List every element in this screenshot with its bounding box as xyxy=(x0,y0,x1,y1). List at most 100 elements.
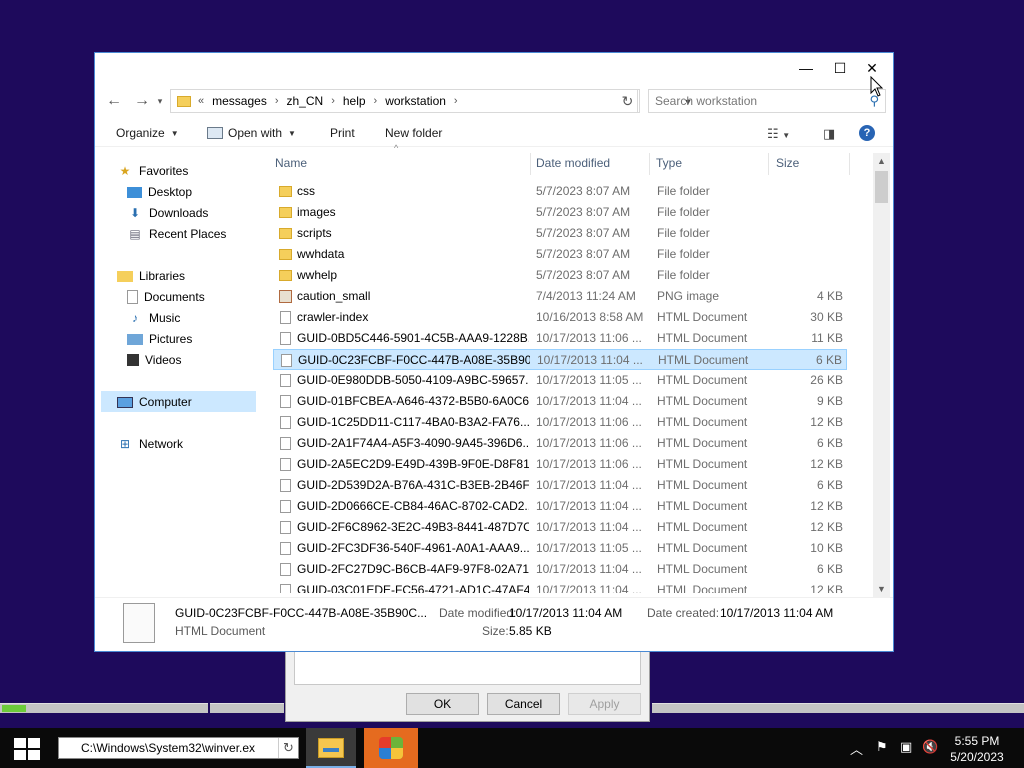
progress-bar-right xyxy=(652,703,1024,713)
file-date-modified: 5/7/2023 8:07 AM xyxy=(536,247,631,261)
cancel-button[interactable]: Cancel xyxy=(487,693,560,715)
scroll-down-icon[interactable]: ▼ xyxy=(873,581,890,597)
nav-item-recent-places[interactable]: ▤ Recent Places xyxy=(127,224,226,244)
html-document-icon xyxy=(280,458,291,471)
file-row[interactable]: GUID-1C25DD11-C117-4BA0-B3A2-FA76... 10/1… xyxy=(273,412,847,433)
chevron-right-icon[interactable]: › xyxy=(275,95,279,107)
file-date-modified: 7/4/2013 11:24 AM xyxy=(536,289,636,303)
file-row[interactable]: GUID-2F6C8962-3E2C-49B3-8441-487D7C... 10… xyxy=(273,517,847,538)
file-row[interactable]: GUID-2D0666CE-CB84-46AC-8702-CAD2... 10/1… xyxy=(273,496,847,517)
file-type: HTML Document xyxy=(657,541,748,555)
nav-label: Downloads xyxy=(149,206,209,220)
column-divider[interactable] xyxy=(849,153,850,175)
breadcrumb-help[interactable]: help xyxy=(343,94,366,108)
nav-item-videos[interactable]: Videos xyxy=(127,350,181,370)
html-document-icon xyxy=(280,542,291,555)
file-explorer-icon xyxy=(318,738,344,758)
column-divider[interactable] xyxy=(530,153,531,175)
file-row[interactable]: GUID-2FC3DF36-540F-4961-A0A1-AAA9... 10/1… xyxy=(273,538,847,559)
file-row[interactable]: wwhdata 5/7/2023 8:07 AM File folder xyxy=(273,244,847,265)
nav-item-pictures[interactable]: Pictures xyxy=(127,329,192,349)
preview-pane-icon[interactable]: ◨ xyxy=(823,126,835,142)
file-row[interactable]: crawler-index 10/16/2013 8:58 AM HTML Docu… xyxy=(273,307,847,328)
network-status-icon[interactable]: ▣ xyxy=(900,739,912,755)
breadcrumb-workstation[interactable]: workstation xyxy=(385,94,446,108)
recent-locations-icon[interactable]: ▾ xyxy=(149,90,171,112)
file-date-modified: 10/17/2013 11:04 ... xyxy=(536,562,642,576)
nav-item-downloads[interactable]: ⬇ Downloads xyxy=(127,203,208,223)
file-row[interactable]: GUID-03C01EDE-FC56-4721-AD1C-47AF4... 10/… xyxy=(273,580,847,593)
taskbar-windows-app[interactable] xyxy=(364,728,418,768)
nav-item-network[interactable]: ⊞ Network xyxy=(117,434,183,454)
file-type: HTML Document xyxy=(657,583,748,593)
file-row[interactable]: GUID-2D539D2A-B76A-431C-B3EB-2B46F... 10/… xyxy=(273,475,847,496)
nav-item-documents[interactable]: Documents xyxy=(127,287,205,307)
download-arrow-icon: ⬇ xyxy=(129,206,141,220)
organize-button[interactable]: Organize ▼ xyxy=(116,126,179,140)
column-header-name[interactable]: Name xyxy=(275,156,525,174)
new-folder-button[interactable]: New folder xyxy=(385,126,442,140)
address-bar[interactable]: « messages › zh_CN › help › workstation … xyxy=(170,89,692,113)
column-divider[interactable] xyxy=(649,153,650,175)
chevron-right-icon[interactable]: › xyxy=(454,95,458,107)
file-row[interactable]: GUID-01BFCBEA-A646-4372-B5B0-6A0C6... 10/… xyxy=(273,391,847,412)
file-type: HTML Document xyxy=(657,562,748,576)
scrollbar-thumb[interactable] xyxy=(875,171,888,203)
scroll-up-icon[interactable]: ▲ xyxy=(873,153,890,169)
run-address-input[interactable]: C:\Windows\System32\winver.ex ↻ xyxy=(58,737,299,759)
refresh-icon[interactable]: ↻ xyxy=(618,89,638,113)
taskbar-file-explorer[interactable] xyxy=(306,728,356,768)
open-with-button[interactable]: Open with ▼ xyxy=(207,126,296,140)
file-type: HTML Document xyxy=(657,394,748,408)
print-button[interactable]: Print xyxy=(330,126,355,140)
file-date-modified: 5/7/2023 8:07 AM xyxy=(536,205,631,219)
windows-start-icon[interactable] xyxy=(14,738,40,760)
back-arrow-icon[interactable]: ← xyxy=(103,90,125,112)
apply-button[interactable]: Apply xyxy=(568,693,641,715)
vertical-scrollbar[interactable]: ▲ ▼ xyxy=(873,153,890,597)
file-row[interactable]: scripts 5/7/2023 8:07 AM File folder xyxy=(273,223,847,244)
column-header-date[interactable]: Date modified xyxy=(536,156,646,174)
breadcrumb-overflow[interactable]: « xyxy=(198,95,204,107)
help-icon[interactable]: ? xyxy=(859,125,875,141)
file-size: 12 KB xyxy=(810,415,843,429)
search-input[interactable]: Search workstation ⚲ xyxy=(648,89,886,113)
file-row[interactable]: GUID-0E980DDB-5050-4109-A9BC-59657... 10/… xyxy=(273,370,847,391)
file-row[interactable]: caution_small 7/4/2013 11:24 AM PNG image 4… xyxy=(273,286,847,307)
file-row[interactable]: GUID-2A1F74A4-A5F3-4090-9A45-396D6... 10/… xyxy=(273,433,847,454)
file-name: GUID-2D0666CE-CB84-46AC-8702-CAD2... xyxy=(297,499,529,513)
file-row[interactable]: GUID-2A5EC2D9-E49D-439B-9F0E-D8F81... 10/… xyxy=(273,454,847,475)
chevron-right-icon[interactable]: › xyxy=(331,95,335,107)
column-header-type[interactable]: Type xyxy=(656,156,766,174)
nav-item-desktop[interactable]: Desktop xyxy=(127,182,192,202)
file-row[interactable]: GUID-0BD5C446-5901-4C5B-AAA9-1228B... 10/… xyxy=(273,328,847,349)
breadcrumb-zh-cn[interactable]: zh_CN xyxy=(287,94,324,108)
ok-button[interactable]: OK xyxy=(406,693,479,715)
nav-item-favorites[interactable]: ★ Favorites xyxy=(117,161,189,181)
properties-dialog: OK Cancel Apply xyxy=(285,640,650,722)
nav-item-libraries[interactable]: Libraries xyxy=(117,266,185,286)
file-row[interactable]: images 5/7/2023 8:07 AM File folder xyxy=(273,202,847,223)
minimize-button[interactable]: — xyxy=(791,57,821,79)
file-name: css xyxy=(297,184,315,198)
folder-icon xyxy=(177,95,191,107)
action-center-flag-icon[interactable]: ⚑ xyxy=(876,739,888,755)
breadcrumb-messages[interactable]: messages xyxy=(212,94,267,108)
file-row[interactable]: wwhelp 5/7/2023 8:07 AM File folder xyxy=(273,265,847,286)
file-row[interactable]: GUID-0C23FCBF-F0CC-447B-A08E-35B90... 10/… xyxy=(273,349,847,370)
system-clock[interactable]: 5:55 PM 5/20/2023 xyxy=(944,733,1010,765)
column-header-size[interactable]: Size xyxy=(776,156,846,174)
folder-icon xyxy=(279,207,292,218)
column-divider[interactable] xyxy=(768,153,769,175)
nav-item-music[interactable]: ♪ Music xyxy=(127,308,180,328)
nav-item-computer[interactable]: Computer xyxy=(117,392,192,412)
refresh-icon[interactable]: ↻ xyxy=(278,738,298,758)
file-row[interactable]: GUID-2FC27D9C-B6CB-4AF9-97F8-02A71... 10/… xyxy=(273,559,847,580)
volume-muted-icon[interactable]: 🔇 xyxy=(922,739,938,755)
chevron-right-icon[interactable]: › xyxy=(374,95,378,107)
progress-bar-left xyxy=(0,703,208,713)
chevron-up-icon[interactable]: ︿ xyxy=(850,739,863,758)
maximize-button[interactable]: ☐ xyxy=(825,57,855,79)
change-view-icon[interactable]: ☷ ▼ xyxy=(767,126,790,142)
file-row[interactable]: css 5/7/2023 8:07 AM File folder xyxy=(273,181,847,202)
